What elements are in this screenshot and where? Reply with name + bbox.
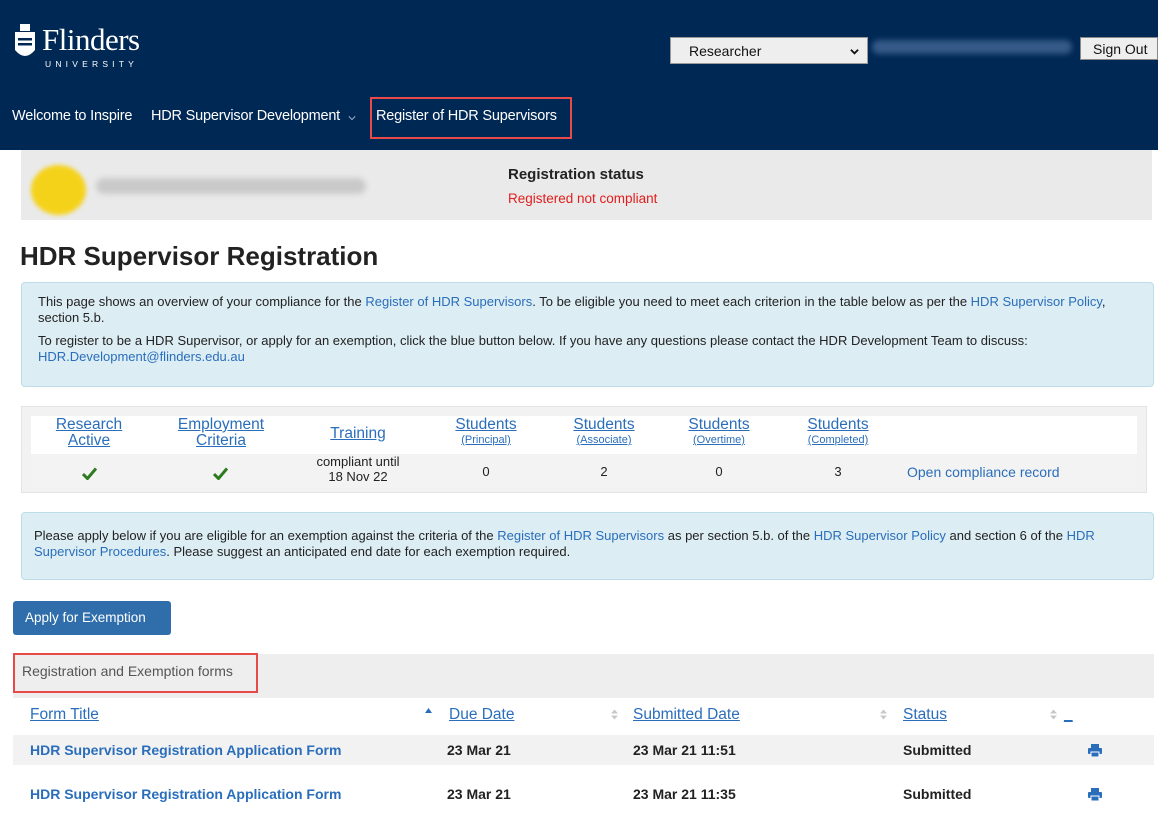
page-title: HDR Supervisor Registration bbox=[20, 241, 379, 271]
sort-icon[interactable] bbox=[1050, 709, 1057, 720]
info-text: . Please suggest an anticipated end date… bbox=[166, 543, 571, 559]
status-cell: Submitted bbox=[903, 742, 972, 758]
students-overtime-value: 0 bbox=[715, 464, 723, 479]
form-title-link[interactable]: HDR Supervisor Registration Application … bbox=[30, 786, 341, 802]
form-title-link[interactable]: HDR Supervisor Registration Application … bbox=[30, 742, 341, 758]
nav-welcome[interactable]: Welcome to Inspire bbox=[12, 108, 132, 124]
info-text: To register to be a HDR Supervisor, or a… bbox=[38, 333, 1028, 348]
col-students-completed[interactable]: Students (Completed) bbox=[783, 417, 893, 447]
compliance-table: Research Active Employment Criteria Trai… bbox=[31, 416, 1137, 488]
info-text: This page shows an overview of your comp… bbox=[38, 294, 366, 309]
training-line: 18 Nov 22 bbox=[328, 469, 388, 484]
col-students-overtime[interactable]: Students (Overtime) bbox=[664, 417, 774, 447]
students-completed-value: 3 bbox=[834, 464, 842, 479]
header-sub: (Associate) bbox=[576, 434, 632, 446]
compliance-summary: Research Active Employment Criteria Trai… bbox=[21, 406, 1147, 493]
status-cell: Submitted bbox=[903, 786, 972, 802]
exemption-info-box: Please apply below if you are eligible f… bbox=[21, 512, 1154, 580]
avatar bbox=[31, 165, 86, 215]
overview-paragraph-1: This page shows an overview of your comp… bbox=[38, 294, 1137, 325]
nav-supervisor-development[interactable]: HDR Supervisor Development bbox=[151, 108, 340, 124]
sign-out-button[interactable]: Sign Out bbox=[1080, 37, 1158, 60]
col-students-associate[interactable]: Students (Associate) bbox=[549, 417, 659, 447]
col-due-date[interactable]: Due Date bbox=[449, 706, 514, 724]
info-text: and section 6 of the bbox=[945, 528, 1067, 543]
overview-info-box: This page shows an overview of your comp… bbox=[21, 282, 1154, 387]
overview-paragraph-2: To register to be a HDR Supervisor, or a… bbox=[38, 333, 1137, 364]
header-line: Students bbox=[807, 416, 869, 433]
col-employment-criteria[interactable]: Employment Criteria bbox=[161, 417, 281, 449]
sort-icon[interactable] bbox=[611, 709, 618, 720]
submitted-date-cell: 23 Mar 21 11:51 bbox=[633, 742, 736, 758]
top-header: Flinders UNIVERSITY Researcher Sign Out … bbox=[0, 0, 1158, 150]
header-line: Students bbox=[455, 416, 517, 433]
info-text: as per section 5.b. of the bbox=[664, 528, 814, 543]
submitted-date-cell: 23 Mar 21 11:35 bbox=[633, 786, 736, 802]
sort-asc-icon[interactable] bbox=[425, 707, 432, 718]
role-select[interactable]: Researcher bbox=[670, 37, 868, 64]
chevron-down-icon[interactable] bbox=[348, 114, 356, 122]
chevron-down-icon bbox=[850, 49, 859, 55]
header-line: Research bbox=[55, 416, 123, 433]
due-date-cell: 23 Mar 21 bbox=[447, 786, 511, 802]
registration-status-title: Registration status bbox=[508, 166, 644, 183]
col-training[interactable]: Training bbox=[303, 426, 413, 442]
role-select-value: Researcher bbox=[689, 43, 762, 59]
header-line: Students bbox=[573, 416, 635, 433]
highlight-box bbox=[370, 97, 572, 139]
info-text: Please apply below if you are eligible f… bbox=[34, 528, 498, 543]
col-form-title[interactable]: Form Title bbox=[30, 706, 99, 724]
table-row: HDR Supervisor Registration Application … bbox=[13, 779, 1154, 809]
register-link[interactable]: Register of HDR Supervisors bbox=[497, 528, 664, 543]
training-value: compliant until 18 Nov 22 bbox=[303, 454, 413, 484]
header-sub: (Completed) bbox=[807, 434, 869, 446]
col-submitted-date[interactable]: Submitted Date bbox=[633, 706, 740, 724]
highlight-box bbox=[13, 653, 258, 693]
sort-icon[interactable] bbox=[880, 709, 887, 720]
crest-icon bbox=[15, 24, 35, 56]
header-line: Employment bbox=[177, 416, 265, 433]
header-line: Criteria bbox=[196, 432, 246, 449]
col-status[interactable]: Status bbox=[903, 706, 947, 724]
training-line: compliant until bbox=[316, 454, 400, 469]
header-line: Active bbox=[67, 432, 111, 449]
brand-subtitle: UNIVERSITY bbox=[45, 59, 139, 69]
user-name-redacted bbox=[872, 40, 1072, 54]
apply-for-exemption-button[interactable]: Apply for Exemption bbox=[13, 601, 171, 635]
check-icon bbox=[82, 467, 97, 480]
profile-band: Registration status Registered not compl… bbox=[21, 150, 1152, 220]
check-icon bbox=[213, 467, 228, 480]
policy-link[interactable]: HDR Supervisor Policy bbox=[971, 294, 1102, 309]
brand-name: Flinders bbox=[42, 22, 140, 57]
col-research-active[interactable]: Research Active bbox=[39, 417, 139, 449]
header-sub: (Overtime) bbox=[693, 434, 745, 446]
header-line: Students bbox=[688, 416, 750, 433]
table-row: HDR Supervisor Registration Application … bbox=[13, 735, 1154, 765]
info-text: . To be eligible you need to meet each c… bbox=[532, 294, 971, 309]
policy-link[interactable]: HDR Supervisor Policy bbox=[814, 528, 946, 543]
students-principal-value: 0 bbox=[482, 464, 490, 479]
col-students-principal[interactable]: Students (Principal) bbox=[431, 417, 541, 447]
open-compliance-record-link[interactable]: Open compliance record bbox=[907, 464, 1060, 480]
registration-status-value: Registered not compliant bbox=[508, 191, 658, 206]
profile-name-redacted bbox=[96, 178, 366, 194]
print-icon[interactable] bbox=[1088, 743, 1102, 757]
flinders-logo[interactable]: Flinders UNIVERSITY bbox=[12, 22, 162, 82]
students-associate-value: 2 bbox=[600, 464, 608, 479]
main-nav: Welcome to Inspire HDR Supervisor Develo… bbox=[0, 95, 1158, 140]
email-link[interactable]: HDR.Development@flinders.edu.au bbox=[38, 349, 245, 364]
print-icon[interactable] bbox=[1088, 787, 1102, 801]
register-link[interactable]: Register of HDR Supervisors bbox=[365, 294, 532, 309]
header-sub: (Principal) bbox=[461, 434, 511, 446]
col-extra[interactable]: _ bbox=[1064, 706, 1073, 724]
due-date-cell: 23 Mar 21 bbox=[447, 742, 511, 758]
